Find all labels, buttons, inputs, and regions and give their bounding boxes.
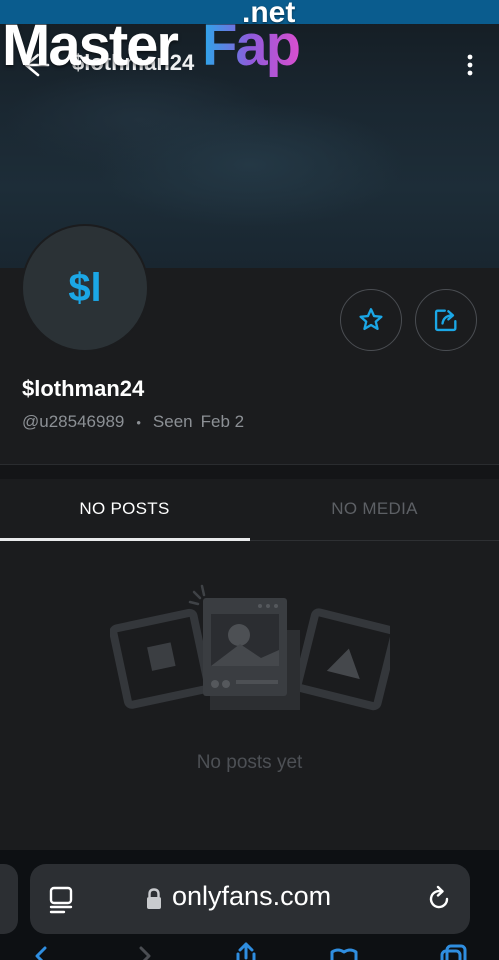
active-tab-indicator	[0, 538, 250, 541]
tab-media[interactable]: NO MEDIA	[250, 478, 499, 540]
star-icon	[359, 308, 383, 331]
empty-posts-illustration	[110, 584, 390, 711]
watermark-net: .net	[242, 0, 296, 29]
empty-state-message: No posts yet	[196, 752, 303, 773]
username: @u28546989	[22, 412, 125, 431]
watermark-master: Master	[2, 13, 179, 78]
tab-posts[interactable]: NO POSTS	[0, 478, 249, 540]
tab-posts-label: NO POSTS	[79, 499, 170, 518]
share-nav-icon[interactable]	[232, 942, 260, 960]
share-button[interactable]	[415, 289, 477, 351]
reload-icon[interactable]	[424, 884, 454, 914]
share-icon	[434, 309, 457, 332]
browser-bottom-nav	[0, 940, 499, 960]
bookmarks-nav-icon[interactable]	[330, 942, 358, 960]
seen-date: Feb 2	[200, 412, 245, 431]
back-nav-icon[interactable]	[28, 942, 56, 960]
more-options-icon[interactable]	[458, 52, 482, 78]
tab-media-label: NO MEDIA	[331, 499, 418, 518]
favorite-button[interactable]	[340, 289, 402, 351]
tabs-nav-icon[interactable]	[440, 942, 468, 960]
lock-icon	[145, 887, 163, 911]
avatar[interactable]: $l	[21, 224, 149, 352]
forward-nav-icon[interactable]	[130, 942, 158, 960]
previous-tab-preview[interactable]	[0, 864, 18, 934]
meta-separator: •	[136, 414, 141, 430]
avatar-initials: $l	[68, 265, 102, 310]
reader-mode-icon[interactable]	[48, 885, 76, 915]
display-name: $lothman24	[22, 376, 145, 401]
url-text[interactable]: onlyfans.com	[172, 881, 331, 912]
profile-meta: @u28546989 • Seen Feb 2	[22, 412, 244, 432]
seen-label: Seen	[152, 412, 193, 431]
section-divider	[0, 464, 499, 479]
